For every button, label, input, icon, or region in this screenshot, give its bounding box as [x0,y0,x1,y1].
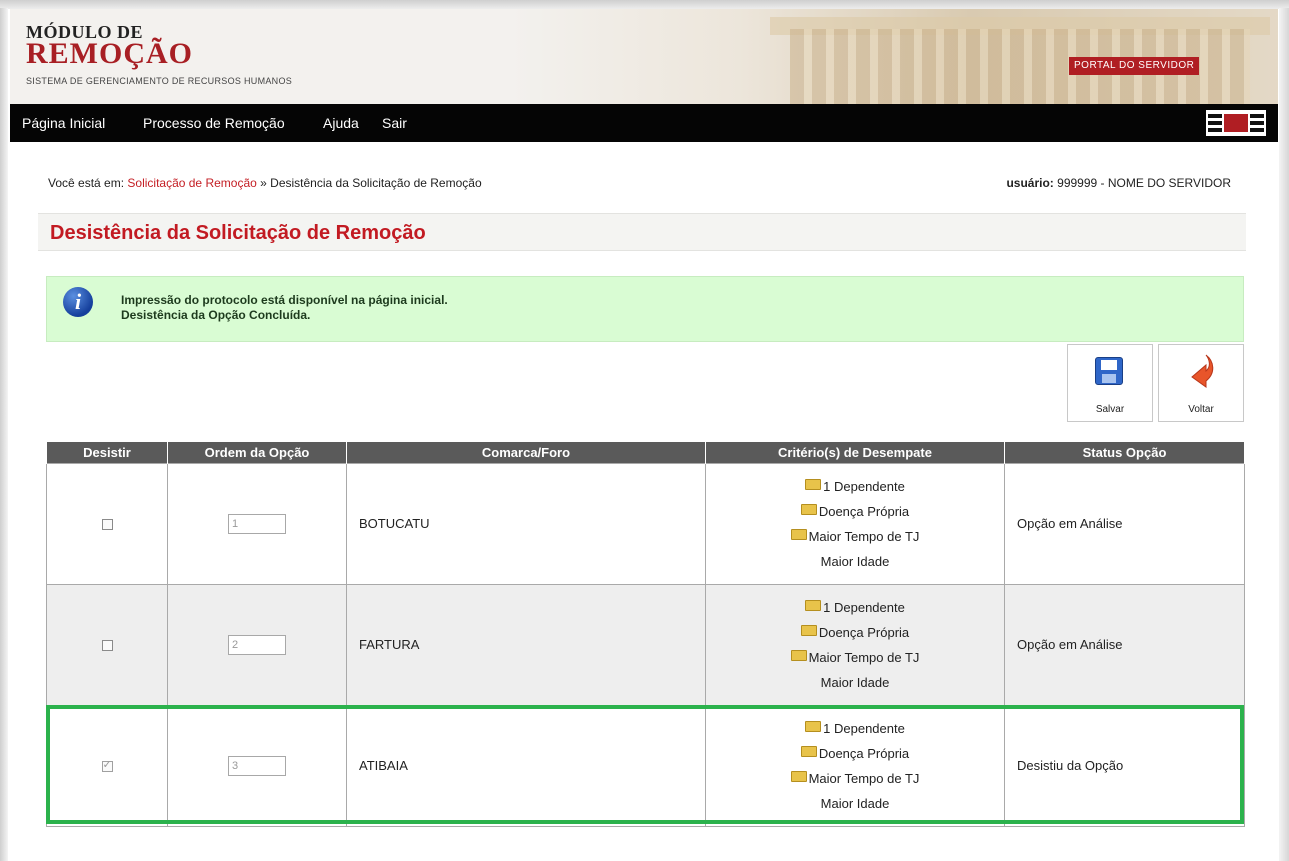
options-table: Desistir Ordem da Opção Comarca/Foro Cri… [46,442,1245,827]
criteria-label: Doença Própria [818,745,910,761]
comarca-cell: FARTURA [346,583,706,706]
breadcrumb: Você está em: Solicitação de Remoção » D… [48,176,482,190]
back-button[interactable]: Voltar [1158,344,1244,422]
order-cell: 3 [167,704,347,827]
back-arrow-icon [1191,354,1214,388]
save-button[interactable]: Salvar [1067,344,1153,422]
app-window: MÓDULO DE REMOÇÃO SISTEMA DE GERENCIAMEN… [0,0,1289,861]
breadcrumb-separator: » [260,176,267,190]
criteria-folder-icon [805,599,822,611]
criteria-item: Doença Própria [706,620,1004,645]
table-row: 2 FARTURA 1 Dependente Doença Própria Ma… [46,583,1245,706]
criteria-folder-icon [790,528,807,540]
criteria-item: Maior Idade [706,791,1004,816]
page-title-bar: Desistência da Solicitação de Remoção [38,213,1246,251]
main-menu: Página Inicial Processo de Remoção Ajuda… [10,104,1278,142]
order-cell: 2 [167,583,347,706]
criteria-cell: 1 Dependente Doença Própria Maior Tempo … [705,704,1005,827]
order-cell: 1 [167,462,347,585]
criteria-item: Maior Idade [706,549,1004,574]
criteria-item: 1 Dependente [706,716,1004,741]
menu-item-processo-remocao[interactable]: Processo de Remoção [143,104,285,142]
criteria-item: Doença Própria [706,741,1004,766]
status-cell: Opção em Análise [1004,462,1245,585]
menu-item-pagina-inicial[interactable]: Página Inicial [22,104,105,142]
order-input[interactable]: 1 [228,513,286,534]
col-header-ordem: Ordem da Opção [167,442,347,463]
criteria-cell: 1 Dependente Doença Própria Maior Tempo … [705,462,1005,585]
logo-line2: REMOÇÃO [26,37,193,70]
portal-servidor-link[interactable]: PORTAL DO SERVIDOR [1069,57,1200,75]
desistir-cell [46,704,168,827]
col-header-comarca: Comarca/Foro [346,442,706,463]
col-header-status: Status Opção [1004,442,1245,463]
window-top-edge [0,0,1289,9]
criteria-label: 1 Dependente [823,599,905,615]
desistir-cell [46,462,168,585]
criteria-item: 1 Dependente [706,474,1004,499]
user-value: 999999 - NOME DO SERVIDOR [1057,176,1231,190]
criteria-item: Doença Própria [706,499,1004,524]
criteria-folder-icon [805,720,822,732]
criteria-label: 1 Dependente [823,720,905,736]
order-input[interactable]: 3 [228,755,286,776]
col-header-desistir: Desistir [46,442,168,463]
criteria-item: Maior Idade [706,670,1004,695]
breadcrumb-link-solicitacao[interactable]: Solicitação de Remoção [127,176,256,190]
info-message-box: i Impressão do protocolo está disponível… [46,276,1244,342]
criteria-label: Maior Idade [820,795,890,811]
criteria-folder-icon [790,770,807,782]
criteria-folder-icon [805,478,822,490]
criteria-label: Maior Idade [820,553,890,569]
order-input[interactable]: 2 [228,634,286,655]
status-cell: Opção em Análise [1004,583,1245,706]
window-left-edge [0,8,8,861]
info-message-line1: Impressão do protocolo está disponível n… [121,293,448,307]
window-right-edge [1279,8,1289,861]
criteria-label: 1 Dependente [823,478,905,494]
criteria-label: Maior Idade [820,674,890,690]
save-disk-icon [1095,357,1123,385]
criteria-item: Maior Tempo de TJ [706,645,1004,670]
user-info: usuário: 999999 - NOME DO SERVIDOR [1006,176,1231,190]
criteria-label: Maior Tempo de TJ [808,649,920,665]
criteria-label: Doença Própria [818,503,910,519]
criteria-item: Maior Tempo de TJ [706,766,1004,791]
desistir-checkbox[interactable] [101,519,113,531]
criteria-folder-icon [800,745,817,757]
back-button-label: Voltar [1188,404,1214,415]
table-header-row: Desistir Ordem da Opção Comarca/Foro Cri… [46,442,1245,463]
comarca-cell: BOTUCATU [346,462,706,585]
menu-item-ajuda[interactable]: Ajuda [323,104,359,142]
table-row-selected: 3 ATIBAIA 1 Dependente Doença Própria Ma… [46,704,1245,827]
breadcrumb-current: Desistência da Solicitação de Remoção [270,176,482,190]
breadcrumb-prefix: Você está em: [48,176,125,190]
tj-logo-icon [1206,110,1266,136]
logo-subtitle: SISTEMA DE GERENCIAMENTO DE RECURSOS HUM… [26,76,293,86]
criteria-label: Doença Própria [818,624,910,640]
criteria-item: Maior Tempo de TJ [706,524,1004,549]
site-header: MÓDULO DE REMOÇÃO SISTEMA DE GERENCIAMEN… [10,9,1278,104]
desistir-checkbox-checked[interactable] [101,758,113,773]
criteria-label: Maior Tempo de TJ [808,770,920,786]
status-cell: Desistiu da Opção [1004,704,1245,827]
info-icon: i [63,287,93,317]
col-header-criterios: Critério(s) de Desempate [705,442,1005,463]
comarca-cell: ATIBAIA [346,704,706,827]
info-message-line2: Desistência da Opção Concluída. [121,308,311,322]
desistir-checkbox[interactable] [101,640,113,652]
page-title: Desistência da Solicitação de Remoção [50,222,426,244]
menu-item-sair[interactable]: Sair [382,104,407,142]
desistir-cell [46,583,168,706]
criteria-folder-icon [800,624,817,636]
criteria-folder-icon [800,503,817,515]
table-row: 1 BOTUCATU 1 Dependente Doença Própria M… [46,462,1245,585]
criteria-folder-icon [790,649,807,661]
criteria-item: 1 Dependente [706,595,1004,620]
user-label: usuário: [1006,176,1054,190]
criteria-label: Maior Tempo de TJ [808,528,920,544]
criteria-cell: 1 Dependente Doença Própria Maior Tempo … [705,583,1005,706]
save-button-label: Salvar [1095,404,1125,415]
